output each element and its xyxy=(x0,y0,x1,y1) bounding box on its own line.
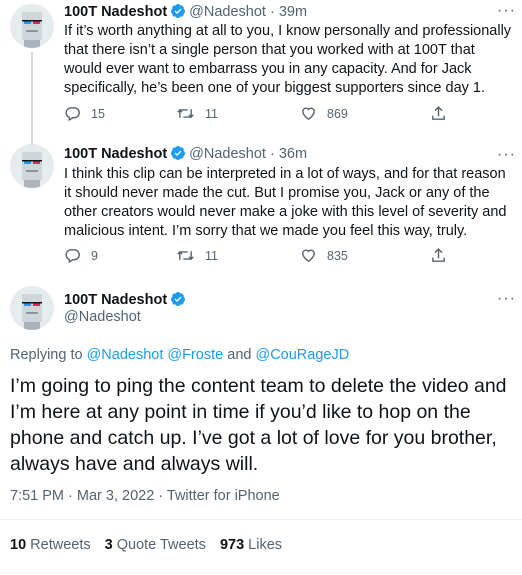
share-button[interactable] xyxy=(430,105,447,122)
avatar-icon xyxy=(10,144,54,188)
retweet-button[interactable]: 11 xyxy=(176,105,218,122)
more-icon[interactable]: ··· xyxy=(497,290,516,308)
tweet-meta[interactable]: 7:51 PM · Mar 3, 2022 · Twitter for iPho… xyxy=(10,487,280,505)
separator: · xyxy=(269,146,275,162)
reply-button[interactable]: 9 xyxy=(64,247,98,264)
main-avatar[interactable] xyxy=(10,286,54,330)
likes-count: 973 xyxy=(219,537,245,553)
display-name[interactable]: 100T Nadeshot xyxy=(64,4,167,20)
heart-icon xyxy=(302,107,315,121)
likes-label: Likes xyxy=(248,537,283,553)
avatar[interactable] xyxy=(10,4,54,48)
reply-button[interactable]: 15 xyxy=(64,105,105,122)
display-name[interactable]: 100T Nadeshot xyxy=(64,146,167,162)
and-word: and xyxy=(227,347,252,363)
replying-to: Replying to @Nadeshot @Froste and @CouRa… xyxy=(10,346,349,364)
retweets-stat[interactable]: 10 Retweets xyxy=(10,536,91,554)
retweet-icon xyxy=(177,250,194,261)
share-button[interactable] xyxy=(430,247,447,264)
retweet-count: 11 xyxy=(205,106,218,121)
like-button[interactable]: 835 xyxy=(300,247,348,264)
retweets-count: 10 xyxy=(10,537,27,553)
tweet-2[interactable]: 100T Nadeshot @Nadeshot · 36m ··· I think… xyxy=(0,144,522,272)
mention-link[interactable]: @Froste xyxy=(167,347,223,363)
like-count: 869 xyxy=(327,106,348,121)
separator: · xyxy=(269,4,275,20)
retweet-button[interactable]: 11 xyxy=(176,247,218,264)
tweet-text: I think this clip can be interpreted in … xyxy=(64,166,507,239)
heart-icon xyxy=(302,249,315,263)
divider xyxy=(0,519,522,520)
quotes-count: 3 xyxy=(104,537,113,553)
like-button[interactable]: 869 xyxy=(300,105,348,122)
tweet-header: 100T Nadeshot @Nadeshot · 36m xyxy=(64,144,307,167)
quotes-label: Quote Tweets xyxy=(116,537,206,553)
tweet-actions: 15 11 869 xyxy=(64,105,474,125)
share-icon xyxy=(432,106,445,120)
like-count: 835 xyxy=(327,248,348,263)
more-icon[interactable]: ··· xyxy=(497,146,516,164)
tweet-stats: 10 Retweets 3 Quote Tweets 973 Likes xyxy=(10,536,282,554)
handle[interactable]: @Nadeshot xyxy=(189,4,266,20)
retweets-label: Retweets xyxy=(30,537,91,553)
thread-line xyxy=(31,52,33,144)
verified-icon xyxy=(170,145,186,167)
avatar-icon xyxy=(10,4,54,48)
more-icon[interactable]: ··· xyxy=(497,2,516,20)
reply-count: 15 xyxy=(91,106,105,121)
timestamp[interactable]: 36m xyxy=(279,146,307,162)
verified-icon xyxy=(170,291,186,313)
tweet-actions: 9 11 835 xyxy=(64,247,474,267)
reply-count: 9 xyxy=(91,248,98,263)
avatar-icon xyxy=(10,286,54,330)
reply-icon xyxy=(65,249,80,264)
quotes-stat[interactable]: 3 Quote Tweets xyxy=(105,536,206,554)
main-name-text[interactable]: 100T Nadeshot xyxy=(64,292,167,308)
mention-link[interactable]: @Nadeshot xyxy=(87,347,164,363)
main-tweet-text: I’m going to ping the content team to de… xyxy=(10,375,507,475)
share-icon xyxy=(432,248,445,262)
avatar[interactable] xyxy=(10,144,54,188)
likes-stat[interactable]: 973 Likes xyxy=(220,536,282,554)
tweet-text: If it’s worth anything at all to you, I … xyxy=(64,23,512,96)
main-handle[interactable]: @Nadeshot xyxy=(64,307,141,327)
reply-icon xyxy=(65,107,80,122)
retweet-icon xyxy=(177,108,194,119)
mention-link[interactable]: @CouRageJD xyxy=(255,347,349,363)
replying-prefix: Replying to xyxy=(10,347,83,363)
tweet-1[interactable]: 100T Nadeshot @Nadeshot · 39m ··· If it’s… xyxy=(0,0,522,144)
retweet-count: 11 xyxy=(205,248,218,263)
timestamp[interactable]: 39m xyxy=(279,4,307,20)
handle[interactable]: @Nadeshot xyxy=(189,146,266,162)
divider xyxy=(0,572,522,573)
